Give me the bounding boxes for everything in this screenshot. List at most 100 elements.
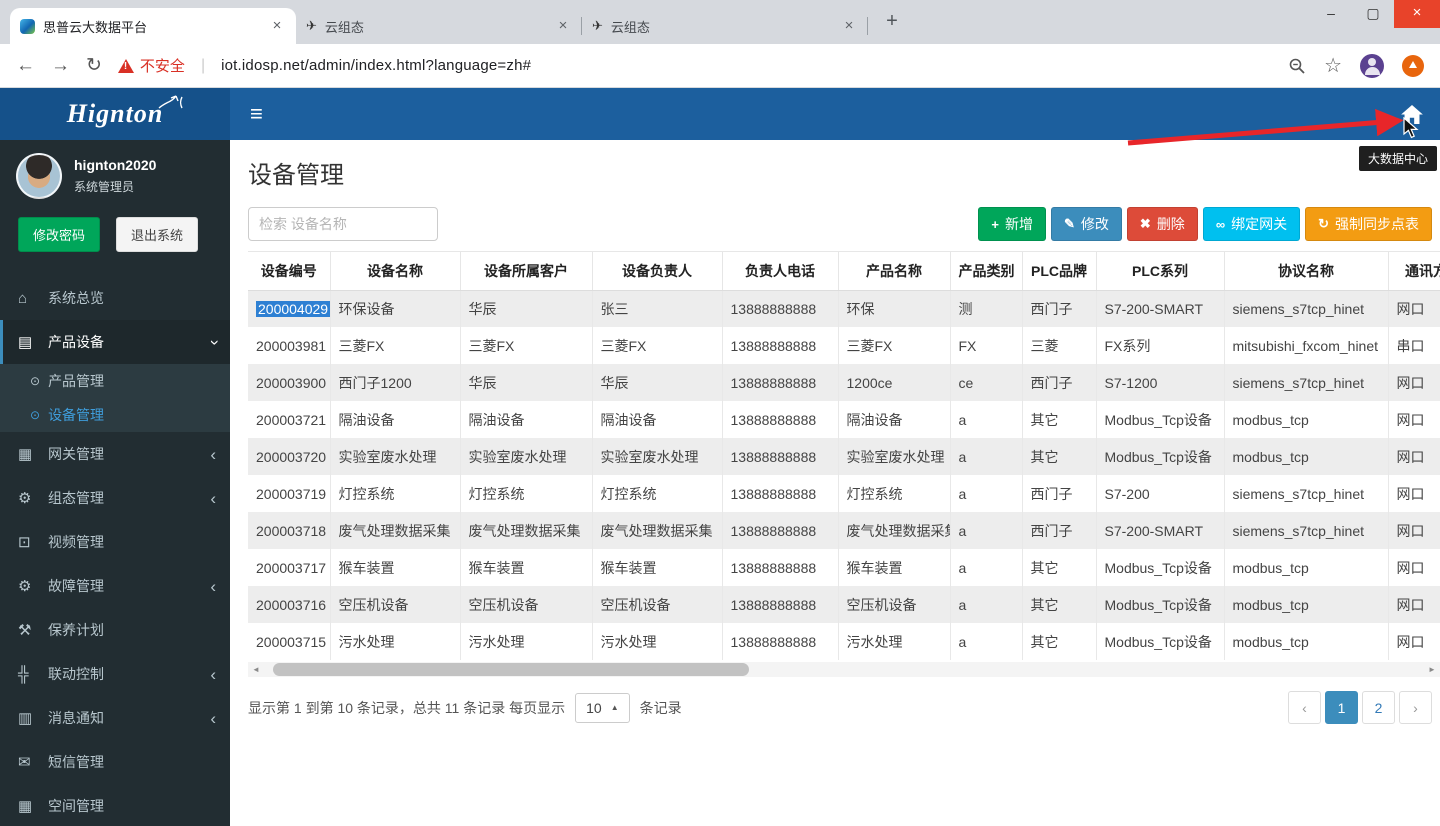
search-input[interactable] [248,207,438,241]
sidebar-toggle-icon[interactable]: ≡ [250,103,263,125]
avatar[interactable] [16,153,62,199]
sidebar-item-config[interactable]: ⚙组态管理‹ [0,476,230,520]
back-icon[interactable]: ← [16,56,35,75]
table-row[interactable]: 200003720实验室废水处理实验室废水处理实验室废水处理1388888888… [248,438,1440,475]
table-row[interactable]: 200003715污水处理污水处理污水处理13888888888污水处理a其它M… [248,623,1440,660]
column-header[interactable]: 设备名称 [330,252,460,290]
table-cell: 200003718 [248,512,330,549]
forward-icon[interactable]: → [51,56,70,75]
tab-close-icon[interactable]: × [554,17,572,35]
column-header[interactable]: 产品名称 [838,252,950,290]
page-size-dropdown[interactable]: 10 ▲ [575,693,630,723]
edit-button[interactable]: ✎修改 [1051,207,1122,241]
table-row[interactable]: 200003719灯控系统灯控系统灯控系统13888888888灯控系统a西门子… [248,475,1440,512]
table-cell: 三菱FX [592,327,722,364]
sidebar-item-notice[interactable]: ▥消息通知‹ [0,696,230,740]
app-logo[interactable]: Hignton [0,88,230,140]
sidebar-item-product-mgmt[interactable]: ⊙产品管理 [0,364,230,398]
page-1[interactable]: 1 [1325,691,1358,724]
sidebar-item-sms[interactable]: ✉短信管理 [0,740,230,784]
column-header[interactable]: 通讯方式 [1388,252,1440,290]
column-header[interactable]: 产品类别 [950,252,1022,290]
table-row[interactable]: 200003717猴车装置猴车装置猴车装置13888888888猴车装置a其它M… [248,549,1440,586]
antler-icon [156,93,186,109]
sidebar-item-product-device[interactable]: ▤产品设备‹ [0,320,230,364]
page-next[interactable]: › [1399,691,1432,724]
table-row[interactable]: 200003718废气处理数据采集废气处理数据采集废气处理数据采集1388888… [248,512,1440,549]
security-indicator[interactable]: ! 不安全 [118,55,185,76]
browser-tab-cloud-config-1[interactable]: ✈云组态× [296,8,582,44]
column-header[interactable]: 协议名称 [1224,252,1388,290]
sidebar-item-gateway[interactable]: ▦网关管理‹ [0,432,230,476]
reload-icon[interactable]: ↻ [86,56,102,75]
add-button[interactable]: +新增 [978,207,1046,241]
table-cell: 网口 [1388,290,1440,327]
home-tooltip: 大数据中心 [1359,146,1437,171]
force-sync-button[interactable]: ↻强制同步点表 [1305,207,1432,241]
chevron-left-icon: ‹ [210,490,216,507]
logo-text: Hignton [67,99,164,129]
table-row[interactable]: 200003716空压机设备空压机设备空压机设备13888888888空压机设备… [248,586,1440,623]
delete-button[interactable]: ✖删除 [1127,207,1198,241]
bind-gateway-button[interactable]: ∞绑定网关 [1203,207,1300,241]
horizontal-scrollbar[interactable]: ◄ ► [248,662,1440,677]
change-password-button[interactable]: 修改密码 [18,217,100,252]
column-header[interactable]: PLC系列 [1096,252,1224,290]
column-header[interactable]: 设备所属客户 [460,252,592,290]
column-header[interactable]: 负责人电话 [722,252,838,290]
close-button[interactable]: × [1394,0,1440,28]
minimize-button[interactable]: – [1310,0,1352,28]
window-controls: – ▢ × [1310,0,1440,28]
scroll-right-icon[interactable]: ► [1424,662,1440,677]
logout-button[interactable]: 退出系统 [116,217,198,252]
table-cell: 200004029 [248,290,330,327]
table-cell: 废气处理数据采集 [838,512,950,549]
browser-menu-icon[interactable] [1402,55,1424,77]
table-cell: siemens_s7tcp_hinet [1224,290,1388,327]
table-cell: siemens_s7tcp_hinet [1224,512,1388,549]
pagination: 显示第 1 到第 10 条记录，总共 11 条记录 每页显示 10 ▲ 条记录 … [230,677,1440,724]
sidebar-item-overview[interactable]: ⌂系统总览 [0,276,230,320]
new-tab-button[interactable]: + [878,8,906,36]
table-cell: Modbus_Tcp设备 [1096,401,1224,438]
sidebar-item-video[interactable]: ⊡视频管理 [0,520,230,564]
scrollbar-track[interactable] [264,662,1424,677]
table-row[interactable]: 200003721隔油设备隔油设备隔油设备13888888888隔油设备a其它M… [248,401,1440,438]
circle-icon: ⊙ [30,374,40,388]
table-cell: S7-200-SMART [1096,512,1224,549]
plane-icon: ✈ [306,18,317,34]
table-cell: S7-1200 [1096,364,1224,401]
tab-close-icon[interactable]: × [840,17,858,35]
column-header[interactable]: 设备负责人 [592,252,722,290]
url-field[interactable]: iot.idosp.net/admin/index.html?language=… [221,57,1272,74]
table-cell: Modbus_Tcp设备 [1096,438,1224,475]
table-cell: modbus_tcp [1224,549,1388,586]
sidebar-item-space[interactable]: ▦空间管理 [0,784,230,826]
chevron-left-icon: ‹ [210,446,216,463]
browser-tab-platform[interactable]: 思普云大数据平台× [10,8,296,44]
bookmark-star-icon[interactable]: ☆ [1324,53,1342,78]
table-row[interactable]: 200003900西门子1200华辰华辰138888888881200cece西… [248,364,1440,401]
tab-close-icon[interactable]: × [268,17,286,35]
home-icon[interactable] [1394,96,1430,132]
page-2[interactable]: 2 [1362,691,1395,724]
sidebar-item-linkage[interactable]: ╬联动控制‹ [0,652,230,696]
zoom-icon[interactable] [1288,57,1306,75]
sidebar-item-device-mgmt[interactable]: ⊙设备管理 [0,398,230,432]
table-cell: 13888888888 [722,401,838,438]
restore-button[interactable]: ▢ [1352,0,1394,28]
browser-tab-cloud-config-2[interactable]: ✈云组态× [582,8,868,44]
plane-icon: ✈ [592,18,603,34]
scrollbar-thumb[interactable] [273,663,749,676]
column-header[interactable]: 设备编号 [248,252,330,290]
scroll-left-icon[interactable]: ◄ [248,662,264,677]
sidebar-item-fault[interactable]: ⚙故障管理‹ [0,564,230,608]
table-cell: 实验室废水处理 [592,438,722,475]
table-row[interactable]: 200004029环保设备华辰张三13888888888环保测西门子S7-200… [248,290,1440,327]
page-prev[interactable]: ‹ [1288,691,1321,724]
table-row[interactable]: 200003981三菱FX三菱FX三菱FX13888888888三菱FXFX三菱… [248,327,1440,364]
button-label: 修改 [1081,214,1109,234]
column-header[interactable]: PLC品牌 [1022,252,1096,290]
profile-icon[interactable] [1360,54,1384,78]
sidebar-item-maintenance[interactable]: ⚒保养计划 [0,608,230,652]
